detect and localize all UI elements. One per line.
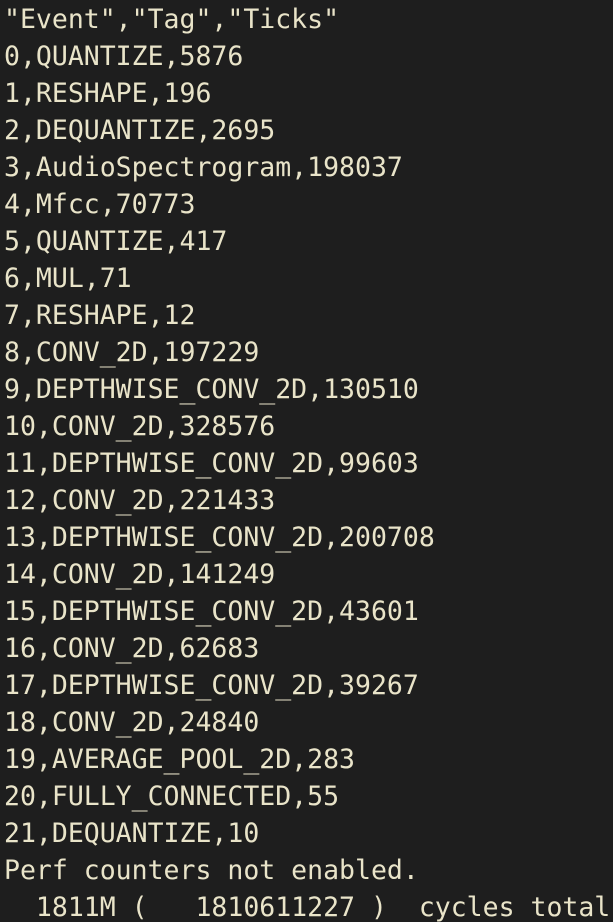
- cycles-total-line: 1811M ( 1810611227 ) cycles total: [4, 892, 611, 922]
- output-line: 18,CONV_2D,24840: [4, 707, 260, 738]
- output-line: 17,DEPTHWISE_CONV_2D,39267: [4, 670, 419, 701]
- output-line: 15,DEPTHWISE_CONV_2D,43601: [4, 596, 419, 627]
- output-line: 9,DEPTHWISE_CONV_2D,130510: [4, 374, 419, 405]
- output-line: 16,CONV_2D,62683: [4, 633, 260, 664]
- output-line: 12,CONV_2D,221433: [4, 485, 276, 516]
- output-line: 19,AVERAGE_POOL_2D,283: [4, 744, 355, 775]
- terminal-output[interactable]: "Event","Tag","Ticks" 0,QUANTIZE,5876 1,…: [0, 0, 613, 922]
- output-line: 2,DEQUANTIZE,2695: [4, 115, 276, 146]
- output-line: 6,MUL,71: [4, 263, 132, 294]
- output-line: 3,AudioSpectrogram,198037: [4, 152, 403, 183]
- output-line: 14,CONV_2D,141249: [4, 559, 276, 590]
- output-line: 10,CONV_2D,328576: [4, 411, 276, 442]
- output-line: 4,Mfcc,70773: [4, 189, 196, 220]
- output-line: 11,DEPTHWISE_CONV_2D,99603: [4, 448, 419, 479]
- output-line: 5,QUANTIZE,417: [4, 226, 228, 257]
- output-line: 8,CONV_2D,197229: [4, 337, 260, 368]
- output-line: 21,DEQUANTIZE,10: [4, 818, 260, 849]
- output-line: 7,RESHAPE,12: [4, 300, 196, 331]
- perf-counters-message: Perf counters not enabled.: [4, 855, 419, 886]
- output-line: 13,DEPTHWISE_CONV_2D,200708: [4, 522, 435, 553]
- csv-header-line: "Event","Tag","Ticks": [4, 4, 340, 35]
- output-line: 20,FULLY_CONNECTED,55: [4, 781, 340, 812]
- output-line: 1,RESHAPE,196: [4, 78, 212, 109]
- output-line: 0,QUANTIZE,5876: [4, 41, 244, 72]
